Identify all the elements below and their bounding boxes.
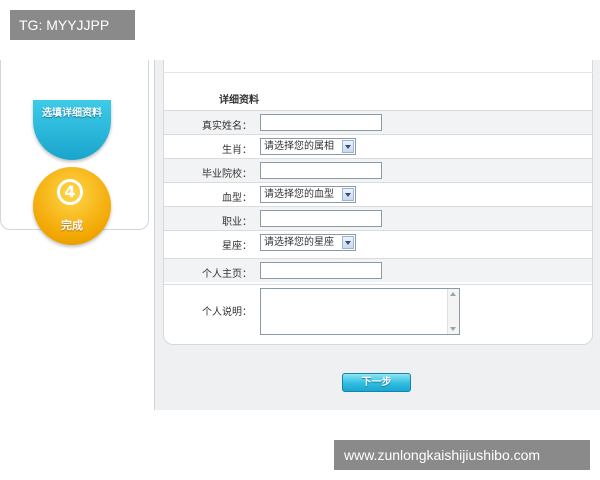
watermark-bottom-right: www.zunlongkaishijiushibo.com (334, 440, 590, 470)
real-name-input[interactable] (260, 114, 382, 131)
step-panel: 选填详细资料 4 完成 (0, 60, 149, 245)
occupation-input[interactable] (260, 210, 382, 227)
chevron-down-icon[interactable] (342, 236, 354, 249)
chevron-down-icon[interactable] (342, 188, 354, 201)
zodiac-select[interactable]: 请选择您的属相 (260, 138, 356, 155)
row-occupation: 职业： (164, 206, 592, 230)
row-blood-type: 血型： 请选择您的血型 (164, 182, 592, 206)
step-4-label: 完成 (61, 219, 83, 232)
constellation-select-value: 请选择您的星座 (264, 237, 334, 248)
section-title: 详细资料 (219, 95, 259, 106)
blood-type-select[interactable]: 请选择您的血型 (260, 186, 356, 203)
zodiac-label: 生肖： (222, 145, 252, 156)
blood-type-label: 血型： (222, 193, 252, 204)
blood-type-select-value: 请选择您的血型 (264, 189, 334, 200)
constellation-label: 星座： (222, 241, 252, 252)
textarea-scrollbar[interactable] (447, 289, 459, 334)
row-constellation: 星座： 请选择您的星座 (164, 230, 592, 254)
occupation-label: 职业： (222, 217, 252, 228)
chevron-down-icon[interactable] (342, 140, 354, 153)
step-4-badge: 4 完成 (33, 167, 111, 245)
description-label: 个人说明： (202, 307, 252, 318)
step-3-label: 选填详细资料 (42, 108, 102, 119)
row-school: 毕业院校： (164, 158, 592, 182)
step-4-number: 4 (57, 179, 83, 205)
school-input[interactable] (260, 162, 382, 179)
next-step-button[interactable]: 下一步 (342, 373, 411, 392)
step-3-badge: 选填详细资料 (33, 100, 111, 160)
row-description: 个人说明： (164, 284, 592, 342)
constellation-select[interactable]: 请选择您的星座 (260, 234, 356, 251)
description-textarea[interactable] (260, 288, 460, 335)
zodiac-select-value: 请选择您的属相 (264, 141, 334, 152)
card-divider (163, 72, 593, 73)
homepage-input[interactable] (260, 262, 382, 279)
school-label: 毕业院校： (202, 169, 252, 180)
row-homepage: 个人主页： (164, 258, 592, 282)
real-name-label: 真实姓名： (202, 121, 252, 132)
row-zodiac: 生肖： 请选择您的属相 (164, 134, 592, 158)
homepage-label: 个人主页： (202, 269, 252, 280)
watermark-top-left: TG: MYYJJPP (10, 10, 135, 40)
row-real-name: 真实姓名： (164, 110, 592, 134)
